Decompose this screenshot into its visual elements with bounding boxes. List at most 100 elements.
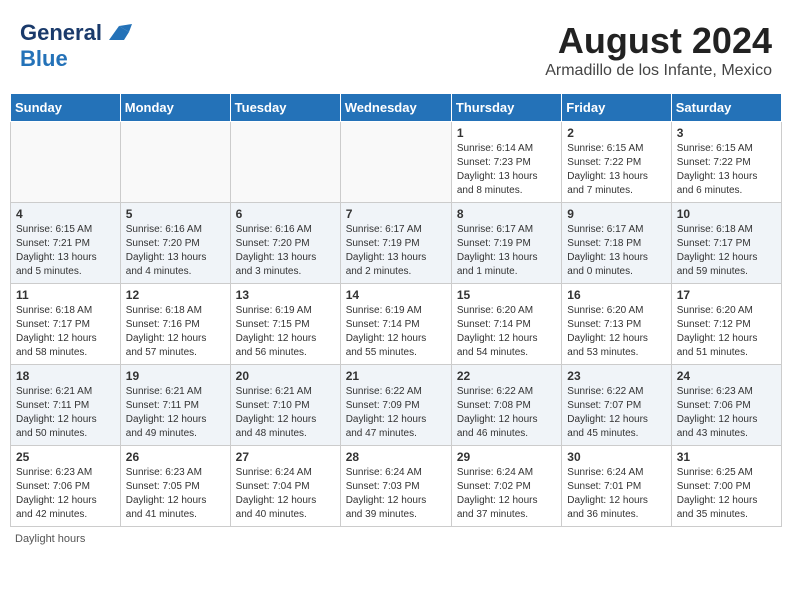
day-info: Sunrise: 6:21 AM Sunset: 7:10 PM Dayligh… — [236, 385, 335, 441]
title-block: August 2024 Armadillo de los Infante, Me… — [545, 20, 772, 80]
logo: General Blue — [20, 20, 134, 72]
col-thursday: Thursday — [451, 94, 561, 122]
day-info: Sunrise: 6:17 AM Sunset: 7:18 PM Dayligh… — [567, 223, 665, 279]
page-header: General Blue August 2024 Armadillo de lo… — [10, 10, 782, 85]
calendar-cell: 23 Sunrise: 6:22 AM Sunset: 7:07 PM Dayli… — [562, 365, 671, 446]
calendar-week-2: 4 Sunrise: 6:15 AM Sunset: 7:21 PM Daylig… — [11, 203, 782, 284]
day-number: 7 — [346, 207, 446, 221]
calendar-week-4: 18 Sunrise: 6:21 AM Sunset: 7:11 PM Dayli… — [11, 365, 782, 446]
col-tuesday: Tuesday — [230, 94, 340, 122]
day-info: Sunrise: 6:25 AM Sunset: 7:00 PM Dayligh… — [677, 466, 776, 522]
calendar-cell: 4 Sunrise: 6:15 AM Sunset: 7:21 PM Daylig… — [11, 203, 121, 284]
calendar-cell: 26 Sunrise: 6:23 AM Sunset: 7:05 PM Dayli… — [120, 446, 230, 527]
day-info: Sunrise: 6:23 AM Sunset: 7:06 PM Dayligh… — [16, 466, 115, 522]
day-number: 22 — [457, 369, 556, 383]
day-info: Sunrise: 6:16 AM Sunset: 7:20 PM Dayligh… — [126, 223, 225, 279]
calendar-cell: 1 Sunrise: 6:14 AM Sunset: 7:23 PM Daylig… — [451, 122, 561, 203]
calendar-cell: 24 Sunrise: 6:23 AM Sunset: 7:06 PM Dayli… — [671, 365, 781, 446]
calendar-cell — [230, 122, 340, 203]
calendar-cell: 15Sunrise: 6:20 AM Sunset: 7:14 PM Dayli… — [451, 284, 561, 365]
calendar-cell: 7Sunrise: 6:17 AM Sunset: 7:19 PM Daylig… — [340, 203, 451, 284]
day-number: 5 — [126, 207, 225, 221]
col-sunday: Sunday — [11, 94, 121, 122]
calendar-cell — [120, 122, 230, 203]
calendar-cell: 6 Sunrise: 6:16 AM Sunset: 7:20 PM Daylig… — [230, 203, 340, 284]
day-info: Sunrise: 6:14 AM Sunset: 7:23 PM Dayligh… — [457, 142, 556, 198]
calendar-cell: 13Sunrise: 6:19 AM Sunset: 7:15 PM Dayli… — [230, 284, 340, 365]
day-number: 18 — [16, 369, 115, 383]
day-number: 23 — [567, 369, 665, 383]
footer: Daylight hours — [10, 533, 782, 545]
calendar-cell — [11, 122, 121, 203]
calendar-cell: 11 Sunrise: 6:18 AM Sunset: 7:17 PM Dayli… — [11, 284, 121, 365]
daylight-hours-label: Daylight hours — [15, 533, 85, 545]
day-info: Sunrise: 6:21 AM Sunset: 7:11 PM Dayligh… — [126, 385, 225, 441]
day-info: Sunrise: 6:15 AM Sunset: 7:22 PM Dayligh… — [567, 142, 665, 198]
day-info: Sunrise: 6:15 AM Sunset: 7:21 PM Dayligh… — [16, 223, 115, 279]
calendar-cell: 16 Sunrise: 6:20 AM Sunset: 7:13 PM Dayli… — [562, 284, 671, 365]
day-info: Sunrise: 6:19 AM Sunset: 7:14 PM Dayligh… — [346, 304, 446, 360]
day-info: Sunrise: 6:20 AM Sunset: 7:14 PM Dayligh… — [457, 304, 556, 360]
day-info: Sunrise: 6:17 AM Sunset: 7:19 PM Dayligh… — [457, 223, 556, 279]
day-number: 29 — [457, 450, 556, 464]
calendar-cell: 5 Sunrise: 6:16 AM Sunset: 7:20 PM Daylig… — [120, 203, 230, 284]
day-number: 6 — [236, 207, 335, 221]
day-info: Sunrise: 6:23 AM Sunset: 7:05 PM Dayligh… — [126, 466, 225, 522]
calendar-cell: 14Sunrise: 6:19 AM Sunset: 7:14 PM Dayli… — [340, 284, 451, 365]
calendar-cell: 9Sunrise: 6:17 AM Sunset: 7:18 PM Daylig… — [562, 203, 671, 284]
day-number: 28 — [346, 450, 446, 464]
day-info: Sunrise: 6:22 AM Sunset: 7:07 PM Dayligh… — [567, 385, 665, 441]
calendar-cell: 8Sunrise: 6:17 AM Sunset: 7:19 PM Daylig… — [451, 203, 561, 284]
calendar-cell: 12 Sunrise: 6:18 AM Sunset: 7:16 PM Dayli… — [120, 284, 230, 365]
calendar-cell: 17Sunrise: 6:20 AM Sunset: 7:12 PM Dayli… — [671, 284, 781, 365]
day-number: 25 — [16, 450, 115, 464]
day-info: Sunrise: 6:18 AM Sunset: 7:16 PM Dayligh… — [126, 304, 225, 360]
calendar-cell: 3Sunrise: 6:15 AM Sunset: 7:22 PM Daylig… — [671, 122, 781, 203]
calendar-cell: 21Sunrise: 6:22 AM Sunset: 7:09 PM Dayli… — [340, 365, 451, 446]
calendar-cell: 10Sunrise: 6:18 AM Sunset: 7:17 PM Dayli… — [671, 203, 781, 284]
day-info: Sunrise: 6:16 AM Sunset: 7:20 PM Dayligh… — [236, 223, 335, 279]
day-info: Sunrise: 6:24 AM Sunset: 7:04 PM Dayligh… — [236, 466, 335, 522]
day-info: Sunrise: 6:20 AM Sunset: 7:13 PM Dayligh… — [567, 304, 665, 360]
calendar-cell: 18 Sunrise: 6:21 AM Sunset: 7:11 PM Dayli… — [11, 365, 121, 446]
col-monday: Monday — [120, 94, 230, 122]
day-number: 2 — [567, 126, 665, 140]
calendar-header-row: Sunday Monday Tuesday Wednesday Thursday… — [11, 94, 782, 122]
calendar-cell: 28Sunrise: 6:24 AM Sunset: 7:03 PM Dayli… — [340, 446, 451, 527]
logo-text-blue: Blue — [20, 46, 68, 71]
day-number: 20 — [236, 369, 335, 383]
day-number: 11 — [16, 288, 115, 302]
day-number: 13 — [236, 288, 335, 302]
day-number: 12 — [126, 288, 225, 302]
day-info: Sunrise: 6:23 AM Sunset: 7:06 PM Dayligh… — [677, 385, 776, 441]
day-number: 26 — [126, 450, 225, 464]
logo-text-general: General — [20, 20, 102, 46]
day-number: 31 — [677, 450, 776, 464]
day-info: Sunrise: 6:18 AM Sunset: 7:17 PM Dayligh… — [16, 304, 115, 360]
calendar-week-3: 11 Sunrise: 6:18 AM Sunset: 7:17 PM Dayli… — [11, 284, 782, 365]
day-info: Sunrise: 6:24 AM Sunset: 7:01 PM Dayligh… — [567, 466, 665, 522]
subtitle: Armadillo de los Infante, Mexico — [545, 62, 772, 80]
col-friday: Friday — [562, 94, 671, 122]
day-info: Sunrise: 6:20 AM Sunset: 7:12 PM Dayligh… — [677, 304, 776, 360]
day-info: Sunrise: 6:21 AM Sunset: 7:11 PM Dayligh… — [16, 385, 115, 441]
day-number: 24 — [677, 369, 776, 383]
calendar-table: Sunday Monday Tuesday Wednesday Thursday… — [10, 93, 782, 527]
calendar-cell: 27Sunrise: 6:24 AM Sunset: 7:04 PM Dayli… — [230, 446, 340, 527]
calendar-cell: 2 Sunrise: 6:15 AM Sunset: 7:22 PM Daylig… — [562, 122, 671, 203]
calendar-cell: 20 Sunrise: 6:21 AM Sunset: 7:10 PM Dayli… — [230, 365, 340, 446]
calendar-cell: 30Sunrise: 6:24 AM Sunset: 7:01 PM Dayli… — [562, 446, 671, 527]
calendar-week-5: 25 Sunrise: 6:23 AM Sunset: 7:06 PM Dayli… — [11, 446, 782, 527]
calendar-cell: 22Sunrise: 6:22 AM Sunset: 7:08 PM Dayli… — [451, 365, 561, 446]
day-info: Sunrise: 6:22 AM Sunset: 7:09 PM Dayligh… — [346, 385, 446, 441]
month-title: August 2024 — [545, 20, 772, 62]
calendar-cell: 25 Sunrise: 6:23 AM Sunset: 7:06 PM Dayli… — [11, 446, 121, 527]
day-number: 1 — [457, 126, 556, 140]
day-number: 16 — [567, 288, 665, 302]
day-number: 10 — [677, 207, 776, 221]
calendar-cell: 19Sunrise: 6:21 AM Sunset: 7:11 PM Dayli… — [120, 365, 230, 446]
day-info: Sunrise: 6:15 AM Sunset: 7:22 PM Dayligh… — [677, 142, 776, 198]
col-wednesday: Wednesday — [340, 94, 451, 122]
day-number: 4 — [16, 207, 115, 221]
calendar-cell: 29Sunrise: 6:24 AM Sunset: 7:02 PM Dayli… — [451, 446, 561, 527]
